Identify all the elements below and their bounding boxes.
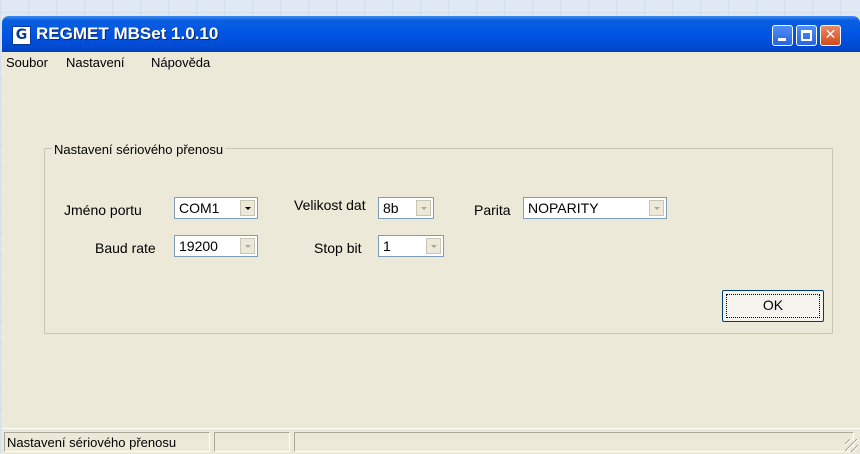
ok-button[interactable]: OK	[722, 290, 824, 322]
minimize-button[interactable]	[772, 25, 793, 46]
close-icon: ✕	[824, 27, 837, 43]
maximize-button[interactable]	[796, 25, 817, 46]
parity-label: Parita	[474, 202, 511, 218]
status-panel-3	[294, 432, 854, 452]
baud-rate-combo[interactable]: 19200	[174, 235, 258, 257]
status-text: Nastavení sériového přenosu	[7, 435, 177, 450]
minimize-icon	[778, 38, 786, 41]
stop-bit-combo[interactable]: 1	[378, 235, 444, 257]
parity-combo[interactable]: NOPARITY	[523, 197, 667, 219]
ok-button-label: OK	[762, 297, 784, 313]
maximize-icon	[801, 30, 812, 41]
app-icon: G	[12, 26, 31, 45]
data-size-value: 8b	[383, 200, 399, 216]
title-bar[interactable]: G REGMET MBSet 1.0.10 ✕	[2, 16, 860, 52]
stop-bit-label: Stop bit	[314, 240, 362, 256]
close-button[interactable]: ✕	[820, 25, 841, 46]
data-size-combo[interactable]: 8b	[378, 197, 434, 219]
chevron-down-icon	[654, 207, 660, 210]
chevron-down-icon	[245, 207, 251, 210]
baud-rate-label: Baud rate	[95, 240, 156, 256]
parity-dropdown-button[interactable]	[649, 200, 664, 216]
status-panel-2	[214, 432, 290, 452]
main-window: G REGMET MBSet 1.0.10 ✕ Soubor Nastavení…	[2, 16, 860, 454]
menu-napoveda[interactable]: Nápověda	[151, 55, 210, 70]
status-panel-main: Nastavení sériového přenosu	[4, 432, 210, 452]
client-area: Nastavení sériového přenosu Jméno portu …	[8, 72, 860, 428]
port-name-value: COM1	[179, 200, 220, 216]
menu-soubor[interactable]: Soubor	[6, 55, 48, 70]
chevron-down-icon	[431, 245, 437, 248]
port-name-label: Jméno portu	[64, 202, 142, 218]
data-size-dropdown-button[interactable]	[416, 200, 431, 216]
parity-value: NOPARITY	[528, 200, 599, 216]
menu-nastaveni[interactable]: Nastavení	[66, 55, 125, 70]
baud-rate-dropdown-button[interactable]	[240, 238, 255, 254]
chevron-down-icon	[245, 245, 251, 248]
chevron-down-icon	[421, 207, 427, 210]
data-size-label: Velikost dat	[294, 197, 366, 213]
resize-grip-icon[interactable]	[845, 439, 858, 452]
port-name-dropdown-button[interactable]	[240, 200, 255, 216]
stop-bit-dropdown-button[interactable]	[426, 238, 441, 254]
menu-bar: Soubor Nastavení Nápověda	[2, 52, 860, 72]
port-name-combo[interactable]: COM1	[174, 197, 258, 219]
baud-rate-value: 19200	[179, 238, 218, 254]
group-title: Nastavení sériového přenosu	[52, 142, 226, 157]
window-title: REGMET MBSet 1.0.10	[36, 24, 219, 43]
stop-bit-value: 1	[383, 238, 391, 254]
status-bar: Nastavení sériového přenosu	[2, 428, 860, 454]
